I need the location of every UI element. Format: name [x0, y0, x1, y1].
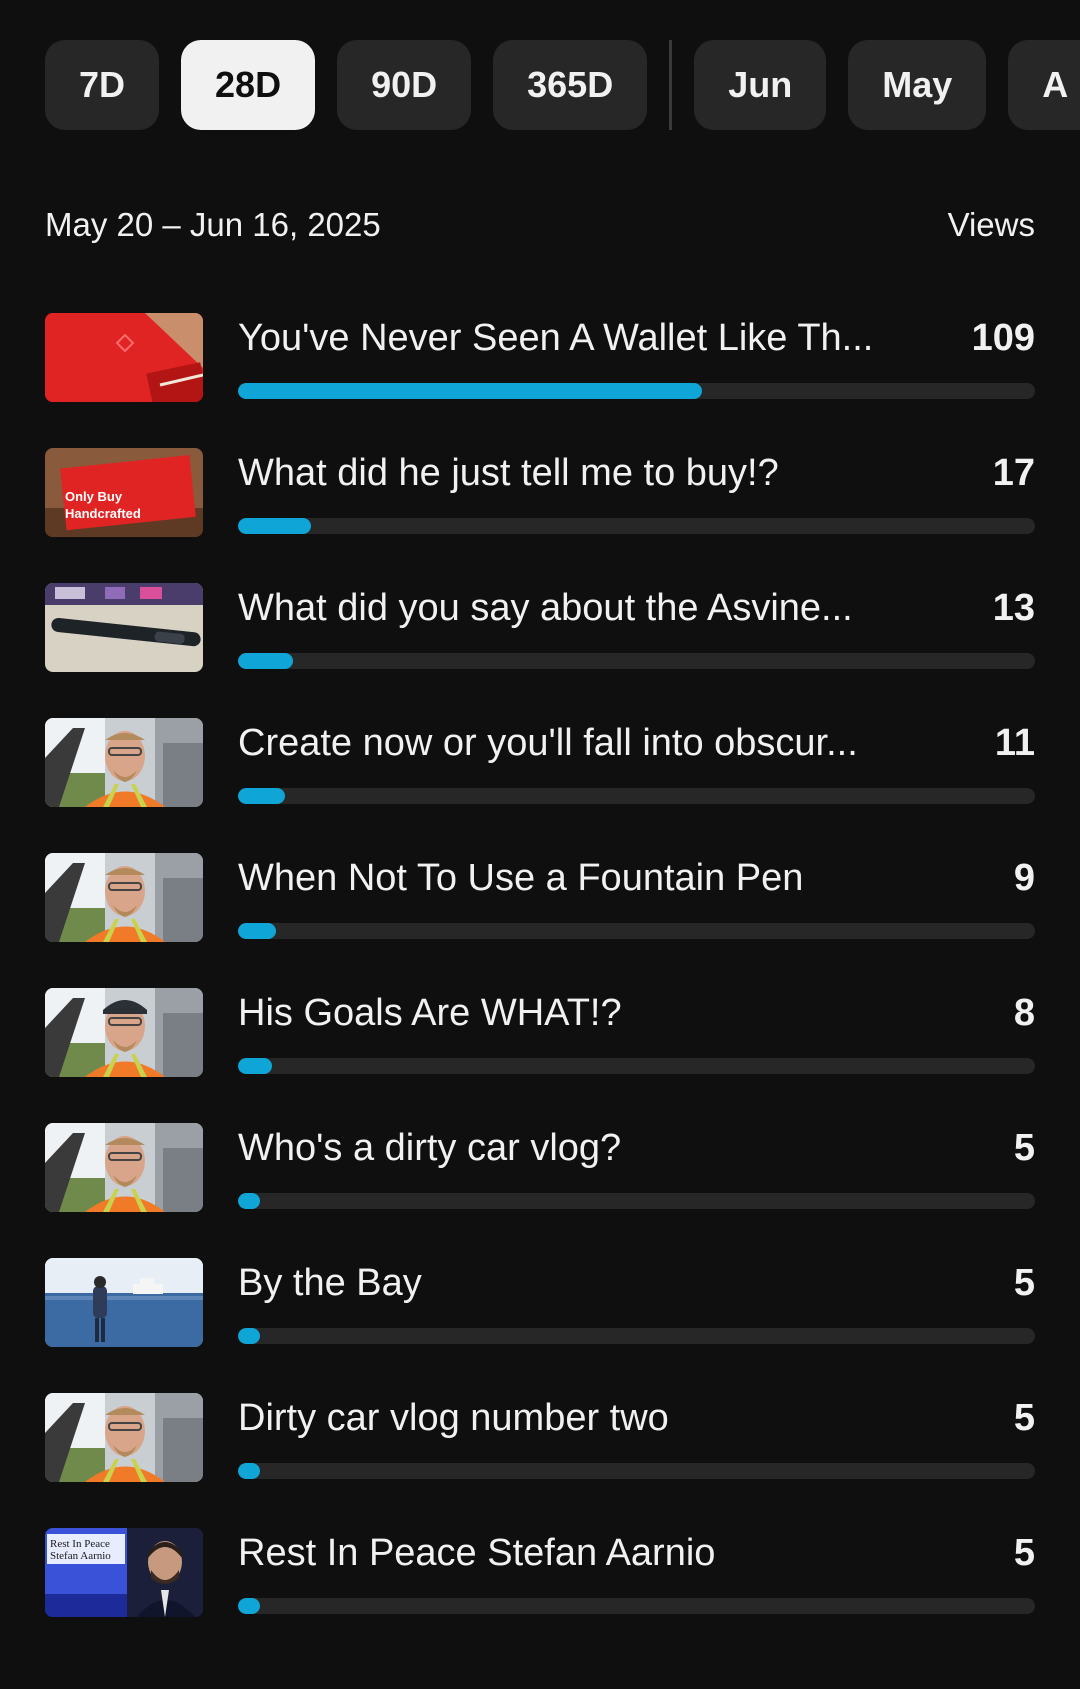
video-thumbnail[interactable] [45, 313, 203, 402]
video-thumbnail[interactable] [45, 583, 203, 672]
video-row[interactable]: Only Buy Handcrafted What did he just tel… [45, 448, 1035, 583]
video-row[interactable]: His Goals Are WHAT!? 8 [45, 988, 1035, 1123]
views-bar-track [238, 923, 1035, 939]
video-row[interactable]: Who's a dirty car vlog? 5 [45, 1123, 1035, 1258]
red-wallet-thumbnail [45, 313, 203, 402]
period-chip-a[interactable]: A [1008, 40, 1080, 130]
man-in-car-thumbnail [45, 718, 203, 807]
man-in-car-thumbnail [45, 1123, 203, 1212]
period-chip-row: 7D 28D 90D 365D Jun May A [45, 40, 1080, 130]
video-row[interactable]: What did you say about the Asvine... 13 [45, 583, 1035, 718]
pen-on-carpet-thumbnail [45, 583, 203, 672]
video-thumbnail[interactable]: Only Buy Handcrafted [45, 448, 203, 537]
views-bar-fill [238, 518, 312, 534]
view-count: 13 [992, 587, 1035, 629]
top-content-list: You've Never Seen A Wallet Like Th... 109… [45, 313, 1035, 1663]
video-title[interactable]: What did he just tell me to buy!? [238, 448, 915, 498]
view-count: 8 [1013, 992, 1035, 1034]
video-title[interactable]: What did you say about the Asvine... [238, 583, 915, 633]
views-bar-fill [238, 383, 702, 399]
video-row[interactable]: By the Bay 5 [45, 1258, 1035, 1393]
video-row[interactable]: Create now or you'll fall into obscur...… [45, 718, 1035, 853]
video-row[interactable]: You've Never Seen A Wallet Like Th... 109 [45, 313, 1035, 448]
view-count: 5 [1013, 1127, 1035, 1169]
views-column-label: Views [947, 206, 1035, 243]
period-chip-90d[interactable]: 90D [337, 40, 472, 130]
video-thumbnail[interactable]: Rest In Peace Stefan Aarnio [45, 1528, 203, 1617]
views-bar-fill [238, 1193, 260, 1209]
man-in-car-thumbnail [45, 853, 203, 942]
views-bar-fill [238, 923, 277, 939]
views-bar-track [238, 788, 1035, 804]
views-bar-fill [238, 653, 293, 669]
video-row[interactable]: Rest In Peace Stefan Aarnio Rest In Peac… [45, 1528, 1035, 1663]
view-count: 5 [1013, 1397, 1035, 1439]
video-thumbnail[interactable] [45, 1258, 203, 1347]
views-bar-track [238, 1463, 1035, 1479]
views-bar-track [238, 1058, 1035, 1074]
man-in-car-cap-thumbnail [45, 988, 203, 1077]
video-title[interactable]: Create now or you'll fall into obscur... [238, 718, 915, 768]
period-chip-365d[interactable]: 365D [493, 40, 648, 130]
video-title[interactable]: Rest In Peace Stefan Aarnio [238, 1528, 915, 1578]
views-bar-fill [238, 1328, 260, 1344]
period-chip-jun[interactable]: Jun [694, 40, 827, 130]
video-row[interactable]: Dirty car vlog number two 5 [45, 1393, 1035, 1528]
video-row[interactable]: When Not To Use a Fountain Pen 9 [45, 853, 1035, 988]
view-count: 9 [1013, 857, 1035, 899]
video-title[interactable]: You've Never Seen A Wallet Like Th... [238, 313, 915, 363]
view-count: 5 [1013, 1532, 1035, 1574]
memorial-portrait-thumbnail: Rest In Peace Stefan Aarnio [45, 1528, 203, 1617]
views-bar-track [238, 653, 1035, 669]
views-bar-track [238, 1193, 1035, 1209]
view-count: 109 [971, 317, 1035, 359]
views-bar-track [238, 1328, 1035, 1344]
views-bar-track [238, 383, 1035, 399]
period-chip-may[interactable]: May [848, 40, 987, 130]
view-count: 11 [994, 722, 1035, 764]
views-bar-track [238, 1598, 1035, 1614]
chip-divider [669, 40, 673, 130]
views-bar-fill [238, 1058, 273, 1074]
svg-text:Only Buy: Only Buy [65, 489, 123, 504]
video-title[interactable]: When Not To Use a Fountain Pen [238, 853, 915, 903]
video-thumbnail[interactable] [45, 988, 203, 1077]
video-title[interactable]: By the Bay [238, 1258, 915, 1308]
views-bar-fill [238, 788, 286, 804]
video-thumbnail[interactable] [45, 1393, 203, 1482]
views-bar-fill [238, 1463, 260, 1479]
man-in-car-thumbnail [45, 1393, 203, 1482]
svg-text:Stefan Aarnio: Stefan Aarnio [50, 1550, 111, 1562]
period-chip-28d[interactable]: 28D [181, 40, 316, 130]
video-thumbnail[interactable] [45, 1123, 203, 1212]
date-range: May 20 – Jun 16, 2025 [45, 206, 381, 243]
red-wallet-text-thumbnail: Only Buy Handcrafted [45, 448, 203, 537]
video-title[interactable]: Dirty car vlog number two [238, 1393, 915, 1443]
view-count: 17 [992, 452, 1035, 494]
video-title[interactable]: Who's a dirty car vlog? [238, 1123, 915, 1173]
svg-text:Handcrafted: Handcrafted [65, 506, 141, 521]
bay-water-thumbnail [45, 1258, 203, 1347]
views-bar-track [238, 518, 1035, 534]
video-thumbnail[interactable] [45, 718, 203, 807]
period-chip-7d[interactable]: 7D [45, 40, 160, 130]
video-thumbnail[interactable] [45, 853, 203, 942]
view-count: 5 [1013, 1262, 1035, 1304]
views-bar-fill [238, 1598, 260, 1614]
video-title[interactable]: His Goals Are WHAT!? [238, 988, 915, 1038]
svg-text:Rest In Peace: Rest In Peace [50, 1538, 110, 1550]
list-header: May 20 – Jun 16, 2025 Views [45, 200, 1035, 250]
